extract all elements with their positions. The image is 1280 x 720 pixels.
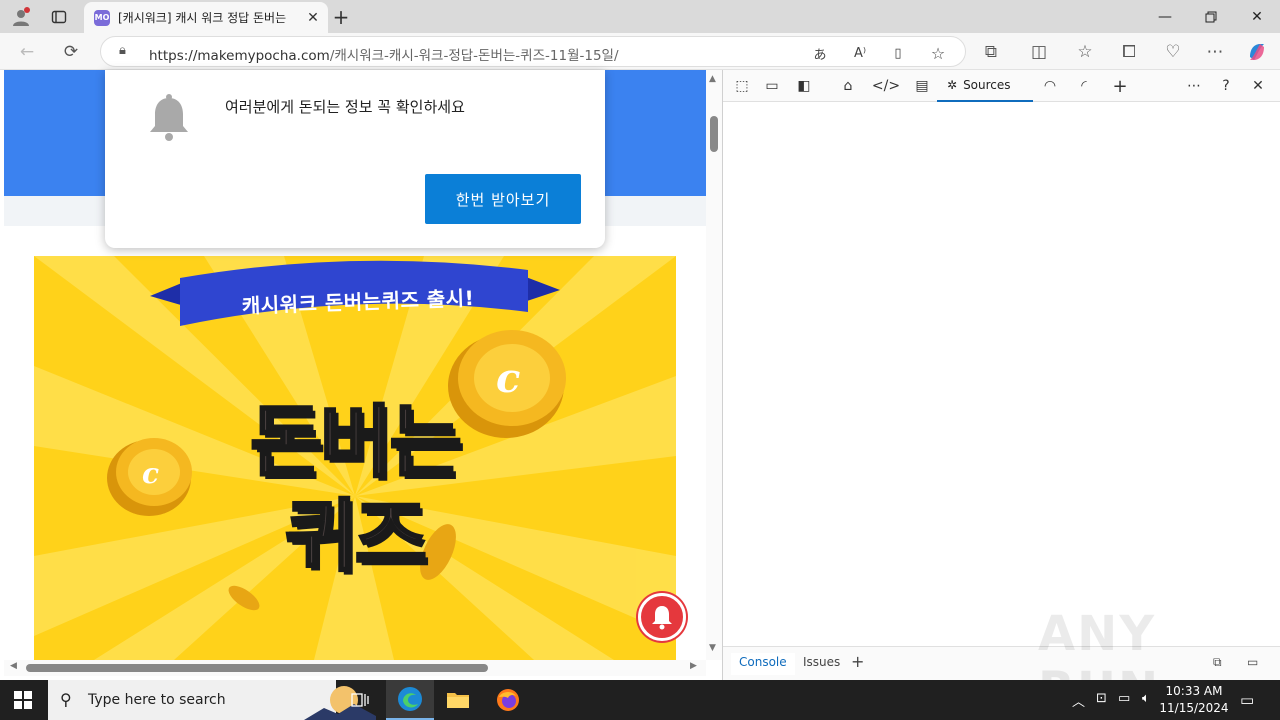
volume-icon[interactable]: 🔈︎ [1142, 691, 1150, 706]
split-screen-icon[interactable]: ◫ [1026, 39, 1052, 65]
bug-icon: ✲ [947, 78, 958, 92]
banner-title-line2: 퀴즈 [284, 491, 429, 584]
scroll-down-icon[interactable]: ▼ [709, 643, 716, 653]
network-icon[interactable]: ◠ [1039, 76, 1061, 96]
read-aloud-icon[interactable]: A⁾ [849, 43, 871, 63]
search-placeholder: Type here to search [88, 692, 226, 708]
welcome-home-icon[interactable]: ⌂ [837, 76, 859, 96]
refresh-icon[interactable]: ⟳ [58, 39, 84, 65]
notification-bell-button[interactable] [638, 593, 686, 641]
address-bar[interactable]: 🔒︎ https://makemypocha.com/캐시워크-캐시-워크-정답… [100, 36, 966, 67]
clock[interactable]: 10:33 AM 11/15/2024 [1158, 683, 1230, 717]
firefox-icon[interactable] [484, 680, 532, 720]
notifications-icon[interactable]: ▭ [1240, 691, 1254, 709]
notification-message: 여러분에게 돈되는 정보 꼭 확인하세요 [225, 98, 465, 116]
scroll-right-icon[interactable]: ▶ [690, 661, 697, 671]
horizontal-scrollbar[interactable]: ◀ ▶ [4, 660, 706, 676]
inspect-element-icon[interactable]: ⬚ [731, 76, 753, 96]
add-drawer-tab-icon[interactable]: + [851, 652, 864, 671]
taskbar: ⚲ Type here to search ︿ ⊡ ▭ 🔈︎ 10:33 AM … [0, 680, 1280, 720]
devtools-toolbar: ⬚ ▭ ◧ ⌂ </> ▤ ✲ Sources ◠ ◜ + ⋯ ? ✕ [723, 70, 1280, 102]
vertical-scrollbar[interactable]: ▲ ▼ [706, 70, 722, 660]
copilot-icon[interactable] [1244, 39, 1270, 65]
tray-app-icon[interactable]: ⊡ [1096, 691, 1107, 706]
url-text[interactable]: https://makemypocha.com/캐시워크-캐시-워크-정답-돈버… [149, 44, 619, 64]
horizontal-scroll-thumb[interactable] [26, 664, 488, 672]
clock-date: 11/15/2024 [1159, 701, 1229, 715]
new-tab-icon[interactable]: + [330, 5, 352, 29]
profile-icon[interactable] [10, 6, 32, 28]
close-devtools-icon[interactable]: ✕ [1247, 76, 1269, 96]
console-icon[interactable]: ▤ [911, 76, 933, 96]
tab-issues[interactable]: Issues [803, 655, 840, 669]
scroll-left-icon[interactable]: ◀ [10, 661, 17, 671]
task-view-icon[interactable] [336, 680, 384, 720]
subscribe-button[interactable]: 한번 받아보기 [425, 174, 581, 224]
tab-console[interactable]: Console [731, 653, 795, 675]
restore-icon[interactable] [1188, 4, 1234, 30]
tray-overflow-icon[interactable]: ︿ [1072, 691, 1085, 710]
elements-icon[interactable]: </> [872, 76, 900, 96]
scroll-up-icon[interactable]: ▲ [709, 74, 716, 84]
tab-sources[interactable]: ✲ Sources [937, 70, 1033, 102]
back-icon[interactable]: ← [14, 39, 40, 65]
more-tools-icon[interactable]: + [1109, 76, 1131, 97]
file-explorer-icon[interactable] [434, 680, 482, 720]
notification-prompt: 여러분에게 돈되는 정보 꼭 확인하세요 한번 받아보기 [105, 70, 605, 248]
edge-taskbar-icon[interactable] [386, 680, 434, 720]
network-tray-icon[interactable]: ▭ [1118, 691, 1130, 706]
device-emulation-icon[interactable]: ▭ [761, 76, 783, 96]
more-menu-icon[interactable]: ⋯ [1202, 39, 1228, 65]
dock-side-icon[interactable]: ◧ [793, 76, 815, 96]
help-icon[interactable]: ? [1215, 76, 1237, 96]
extensions-icon[interactable]: ⧉ [978, 39, 1004, 65]
translate-icon[interactable]: あ [809, 43, 831, 63]
favorites-icon[interactable]: ☆ [1072, 39, 1098, 65]
close-window-icon[interactable]: ✕ [1234, 4, 1280, 30]
favorite-star-icon[interactable]: ☆ [927, 43, 949, 63]
search-icon: ⚲ [60, 690, 72, 709]
devtools-panel: ⬚ ▭ ◧ ⌂ </> ▤ ✲ Sources ◠ ◜ + ⋯ ? ✕ Conso… [722, 70, 1280, 680]
collections-icon[interactable]: ⧠ [1116, 39, 1142, 65]
devtools-menu-icon[interactable]: ⋯ [1183, 76, 1205, 96]
lock-icon[interactable]: 🔒︎ [119, 43, 126, 58]
clock-time: 10:33 AM [1165, 684, 1223, 698]
taskbar-search[interactable]: ⚲ Type here to search [48, 680, 376, 720]
vertical-scroll-thumb[interactable] [710, 116, 718, 152]
close-tab-icon[interactable]: ✕ [304, 10, 322, 26]
immersive-reader-icon[interactable]: ▯ [887, 43, 909, 63]
bell-icon [147, 94, 191, 146]
tab-active[interactable]: MO [캐시워크] 캐시 워크 정답 돈버는 ✕ [84, 2, 328, 33]
windows-start-icon[interactable] [14, 691, 32, 709]
minimize-icon[interactable]: — [1142, 4, 1188, 30]
quiz-banner-image: c c 캐시워크 돈버는퀴즈 출시! 돈버는 퀴즈 [34, 256, 676, 660]
address-toolbar: ← ⟳ 🔒︎ https://makemypocha.com/캐시워크-캐시-워… [0, 33, 1280, 70]
bell-icon [652, 606, 672, 630]
browser-essentials-icon[interactable]: ♡ [1160, 39, 1186, 65]
tab-title: [캐시워크] 캐시 워크 정답 돈버는 [118, 11, 287, 25]
title-bar: MO [캐시워크] 캐시 워크 정답 돈버는 ✕ + — ✕ [0, 0, 1280, 33]
performance-icon[interactable]: ◜ [1073, 76, 1095, 96]
favicon-icon: MO [94, 9, 110, 26]
tab-actions-icon[interactable] [48, 6, 70, 28]
